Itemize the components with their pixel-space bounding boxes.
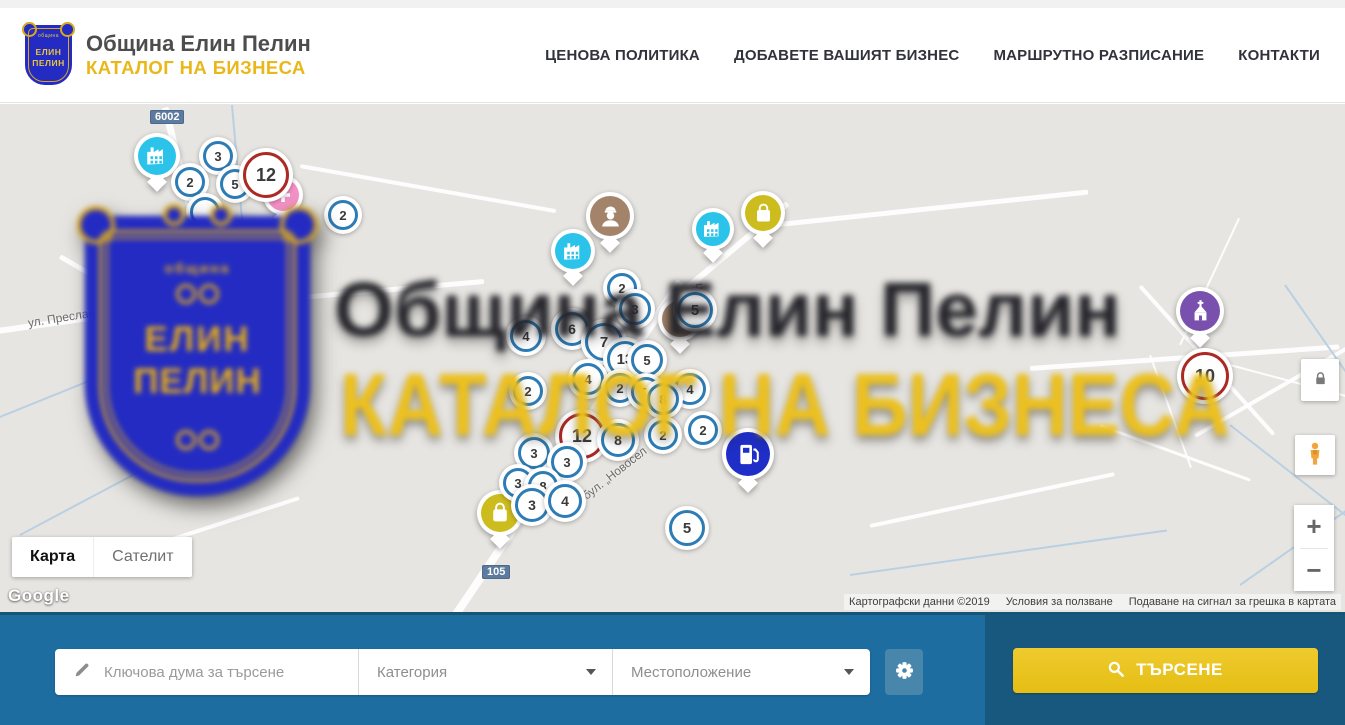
cluster-count: 2 [324,196,362,234]
search-input-group: Категория Местоположение [55,649,870,695]
street-view-pegman-button[interactable] [1295,435,1335,475]
cluster-marker[interactable]: 2 [644,416,682,454]
factory-icon [561,239,586,264]
pin-marker[interactable] [551,229,595,286]
category-select-value: Категория [377,664,447,681]
cluster-count: 8 [643,379,683,419]
brand[interactable]: община ЕЛИН ПЕЛИН Община Елин Пелин КАТА… [25,25,311,85]
page: община ЕЛИН ПЕЛИН Община Елин Пелин КАТА… [0,0,1345,725]
map-attribution: Картографски данни ©2019 Условия за полз… [844,594,1341,610]
gear-icon [894,660,915,684]
nav-item-contacts[interactable]: КОНТАКТИ [1238,47,1320,64]
map-type-control: Карта Сателит [12,537,192,577]
cluster-count: 12 [239,148,293,202]
map-type-satellite-button[interactable]: Сателит [93,537,191,577]
cluster-marker[interactable]: 5 [665,506,709,550]
chevron-down-icon [844,669,854,675]
main-nav: ЦЕНОВА ПОЛИТИКА ДОБАВЕТЕ ВАШИЯТ БИЗНЕС М… [545,47,1320,64]
cluster-count [186,193,224,231]
pin-marker[interactable] [722,428,774,493]
search-icon [1107,660,1125,681]
brand-text: Община Елин Пелин КАТАЛОГ НА БИЗНЕСА [86,31,311,78]
terms-of-use-link[interactable]: Условия за ползване [1006,596,1113,608]
google-logo[interactable]: Google [8,586,70,606]
pin-circle [692,208,734,250]
church-icon [1187,298,1214,325]
cluster-count: 4 [506,316,546,356]
report-map-error-link[interactable]: Подаване на сигнал за грешка в картата [1129,596,1336,608]
cluster-marker[interactable]: 10 [1177,348,1233,404]
pin-circle [551,229,595,273]
cluster-count: 5 [665,506,709,550]
search-bar: Категория Местоположение ТЪР [0,612,1345,725]
factory-icon [144,143,170,169]
cluster-count: 4 [544,480,586,522]
cluster-marker[interactable]: 4 [544,480,586,522]
municipality-logo: община ЕЛИН ПЕЛИН [25,25,72,85]
pencil-icon [73,660,92,684]
zoom-out-button[interactable]: − [1294,549,1334,592]
shopping-bag-icon [487,500,513,526]
search-button-label: ТЪРСЕНЕ [1136,660,1223,680]
map-data-copyright: Картографски данни ©2019 [849,596,990,608]
cluster-count: 2 [644,416,682,454]
location-select-value: Местоположение [631,664,751,681]
cluster-count: 8 [597,419,639,461]
fuel-station-icon [734,440,763,469]
pin-circle [741,191,785,235]
keyword-section [55,649,358,695]
cluster-count: 2 [509,372,547,410]
pin-marker[interactable] [741,191,785,248]
cluster-marker[interactable]: 2 [684,411,722,449]
engineer-icon [597,203,624,230]
location-select[interactable]: Местоположение [613,649,870,695]
map-type-map-button[interactable]: Карта [12,537,93,577]
cluster-marker[interactable]: 2 [324,196,362,234]
pin-marker[interactable] [692,208,734,263]
map-canvas[interactable]: 6002105ул. Преславбул. „Новоселци 325122… [0,104,1345,612]
search-bar-right: ТЪРСЕНЕ [985,615,1345,725]
shopping-bag-icon [751,201,776,226]
search-bar-left: Категория Местоположение [0,615,985,725]
cluster-marker[interactable]: 5 [673,288,717,332]
fullscreen-lock-button[interactable] [1301,359,1339,401]
cluster-count: 2 [684,411,722,449]
cluster-marker[interactable]: 2 [509,372,547,410]
category-select[interactable]: Категория [359,649,612,695]
lock-icon [1312,370,1329,390]
cluster-marker[interactable] [186,193,224,231]
keyword-search-input[interactable] [104,664,334,681]
factory-icon [701,217,725,241]
search-button[interactable]: ТЪРСЕНЕ [1013,648,1318,693]
chevron-down-icon [586,669,596,675]
site-header: община ЕЛИН ПЕЛИН Община Елин Пелин КАТА… [0,8,1345,103]
logo-small-text: община [25,33,72,39]
site-title: Община Елин Пелин [86,31,311,56]
zoom-in-button[interactable]: + [1294,505,1334,548]
nav-item-route-schedule[interactable]: МАРШРУТНО РАЗПИСАНИЕ [993,47,1204,64]
zoom-control: + − [1294,505,1334,591]
nav-item-pricing-policy[interactable]: ЦЕНОВА ПОЛИТИКА [545,47,700,64]
top-strip [0,0,1345,8]
nav-item-add-business[interactable]: ДОБАВЕТЕ ВАШИЯТ БИЗНЕС [734,47,959,64]
pin-circle [722,428,774,480]
cluster-marker[interactable]: 8 [597,419,639,461]
site-subtitle: КАТАЛОГ НА БИЗНЕСА [86,57,311,79]
map-markers: 32512223564713542274812822333834510 [0,104,1345,612]
cluster-marker[interactable]: 12 [239,148,293,202]
advanced-search-settings-button[interactable] [885,649,923,695]
pin-circle [1176,287,1224,335]
cluster-marker[interactable]: 8 [643,379,683,419]
logo-line2: ПЕЛИН [25,58,72,68]
cluster-marker[interactable]: 4 [506,316,546,356]
pegman-icon [1302,441,1328,470]
cluster-count: 5 [673,288,717,332]
pin-marker[interactable] [1176,287,1224,348]
cluster-count: 10 [1177,348,1233,404]
logo-line1: ЕЛИН [25,47,72,57]
